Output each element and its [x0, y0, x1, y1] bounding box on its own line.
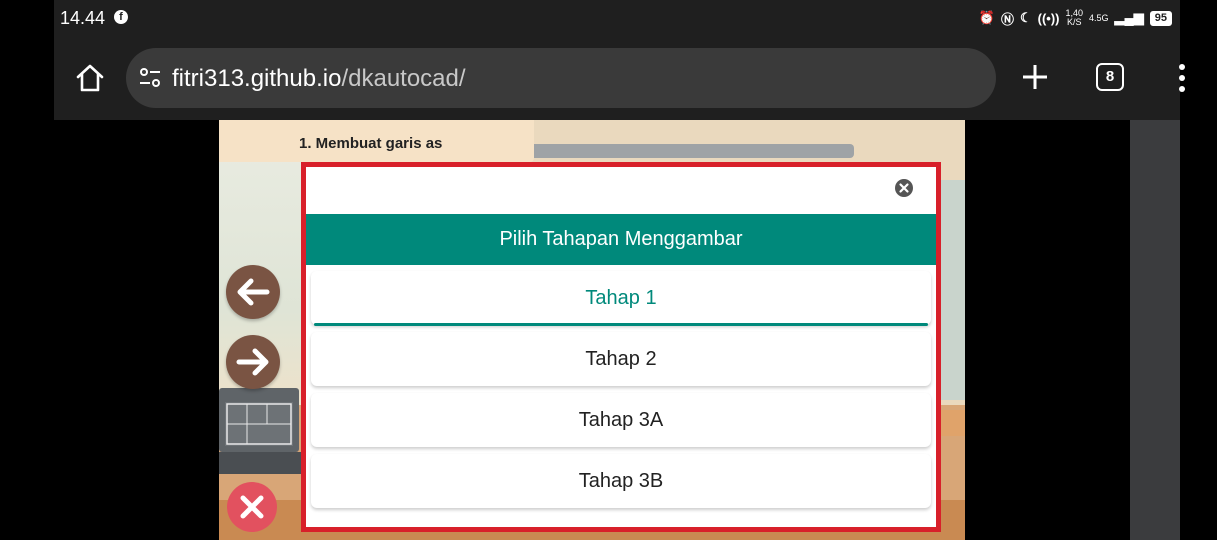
modal-title: Pilih Tahapan Menggambar: [306, 214, 936, 265]
status-icons: ⏰ Ⓝ ☾ ((•)) 1,40 K/S 4.5G ▂▄▆ 95: [979, 7, 1172, 29]
option-tahap-1[interactable]: Tahap 1: [311, 271, 931, 326]
back-arrow-button[interactable]: [226, 265, 280, 319]
battery-indicator: 95: [1149, 10, 1172, 26]
signal-icon: ▂▄▆: [1114, 10, 1144, 25]
right-panel: [1130, 120, 1180, 540]
option-tahap-3a[interactable]: Tahap 3A: [311, 393, 931, 447]
browser-toolbar: fitri313.github.io/dkautocad/ 8: [54, 36, 1185, 120]
laptop-illustration: [219, 388, 301, 478]
url-host: fitri313.github.io: [172, 65, 342, 92]
site-settings-icon[interactable]: [138, 67, 162, 89]
new-tab-icon[interactable]: [1018, 60, 1052, 94]
speed-unit: K/S: [1066, 17, 1082, 27]
network-speed: 1,40 K/S: [1065, 9, 1083, 27]
left-letterbox: [0, 0, 54, 540]
exit-button[interactable]: [227, 482, 277, 532]
network-type: 4.5G: [1089, 12, 1109, 23]
option-tahap-3b[interactable]: Tahap 3B: [311, 454, 931, 508]
arrow-right-icon: [236, 348, 269, 376]
arrow-left-icon: [237, 278, 270, 306]
stage-select-modal: Pilih Tahapan Menggambar Tahap 1 Tahap 2…: [306, 167, 936, 527]
url-path: /dkautocad/: [341, 65, 466, 92]
facebook-icon: f: [114, 10, 128, 24]
page-content: 1. Membuat garis as Pilih Tahapan Mengga…: [54, 120, 1180, 540]
url-text[interactable]: fitri313.github.io/dkautocad/: [172, 65, 466, 93]
lesson-heading: 1. Membuat garis as: [299, 135, 443, 152]
hotspot-icon: ((•)): [1037, 10, 1060, 26]
more-menu-icon[interactable]: [1170, 61, 1194, 95]
address-bar[interactable]: fitri313.github.io/dkautocad/: [126, 48, 996, 108]
tab-switcher-button[interactable]: 8: [1096, 63, 1124, 91]
moon-icon: ☾: [1019, 10, 1032, 25]
close-icon: [240, 495, 264, 519]
game-canvas: 1. Membuat garis as Pilih Tahapan Mengga…: [219, 120, 965, 540]
next-arrow-button[interactable]: [226, 335, 280, 389]
home-icon[interactable]: [74, 62, 106, 94]
option-tahap-2[interactable]: Tahap 2: [311, 332, 931, 386]
lesson-heading-tab: 1. Membuat garis as: [219, 120, 534, 162]
status-bar: 14.44 f ⏰ Ⓝ ☾ ((•)) 1,40 K/S 4.5G ▂▄▆ 95: [54, 0, 1180, 36]
alarm-icon: ⏰: [978, 10, 995, 25]
modal-highlight-frame: Pilih Tahapan Menggambar Tahap 1 Tahap 2…: [301, 162, 941, 532]
nfc-icon: Ⓝ: [1000, 11, 1014, 27]
modal-close-icon[interactable]: [894, 178, 914, 198]
status-time: 14.44: [60, 8, 106, 28]
